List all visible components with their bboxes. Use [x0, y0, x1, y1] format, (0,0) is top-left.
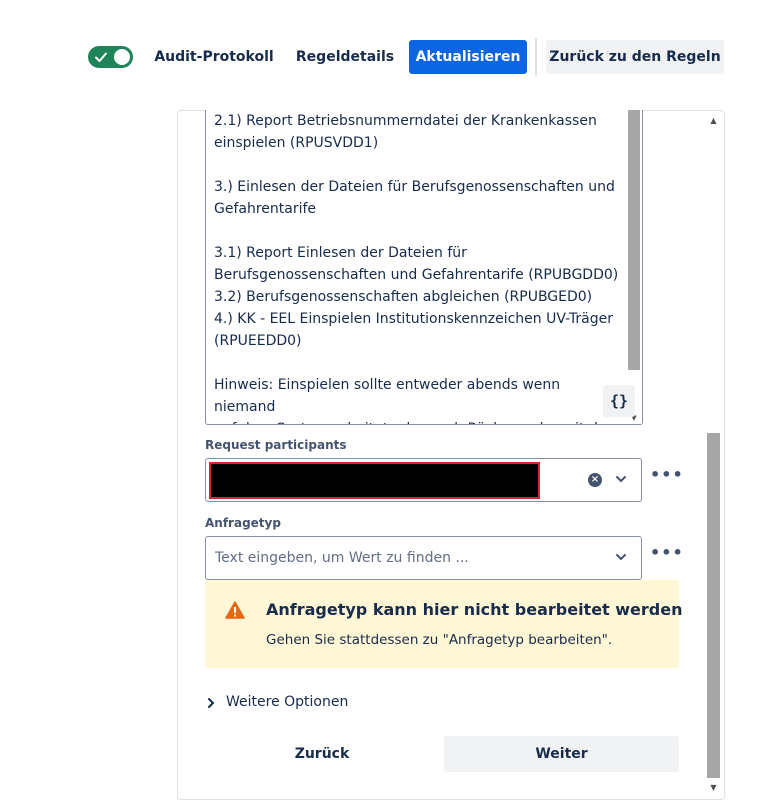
description-line: [214, 154, 624, 176]
check-icon: [95, 52, 107, 62]
description-line: 3.) Einlesen der Dateien für Berufsgenos…: [214, 179, 615, 195]
description-line: 2.1) Report Betriebsnummerndatei der Kra…: [214, 113, 597, 129]
next-button[interactable]: Weiter: [444, 736, 679, 772]
textarea-scrollbar-thumb[interactable]: [628, 110, 640, 370]
audit-log-button[interactable]: Audit-Protokoll: [150, 40, 278, 74]
description-line: (RPUEEDD0): [214, 333, 302, 349]
scroll-down-icon[interactable]: ▼: [705, 780, 722, 796]
warning-body: Gehen Sie stattdessen zu "Anfragetyp bea…: [266, 632, 613, 648]
more-actions-icon[interactable]: •••: [650, 467, 683, 491]
warning-icon: [225, 601, 245, 619]
rule-details-button[interactable]: Regeldetails: [292, 40, 398, 74]
request-type-label: Anfragetyp: [205, 516, 281, 530]
toolbar-divider: [535, 38, 537, 76]
request-type-placeholder: Text eingeben, um Wert zu finden ...: [215, 550, 469, 566]
rule-enabled-toggle[interactable]: [88, 46, 133, 68]
more-actions-icon[interactable]: •••: [650, 545, 683, 569]
description-line: [214, 220, 624, 242]
panel-scrollbar-thumb[interactable]: [707, 433, 720, 778]
description-line: 3.2) Berufsgenossenschaften abgleichen (…: [214, 289, 593, 305]
warning-message: Anfragetyp kann hier nicht bearbeitet we…: [205, 580, 683, 668]
smart-value-button[interactable]: {}: [603, 385, 635, 417]
redacted-value: [209, 462, 540, 499]
chevron-down-icon[interactable]: [614, 472, 628, 486]
toggle-knob: [114, 49, 130, 65]
back-to-rules-button[interactable]: Zurück zu den Regeln: [546, 40, 724, 74]
description-line: 4.) KK - EEL Einspielen Institutionskenn…: [214, 311, 613, 327]
participants-select[interactable]: ×: [205, 458, 642, 502]
description-line: Hinweis: Einspielen sollte entweder aben…: [214, 377, 561, 415]
description-line: auf dem System arbeitet oder nach Rücksp…: [214, 418, 624, 424]
participants-label: Request participants: [205, 438, 347, 452]
description-text: 2.1) Report Betriebsnummerndatei der Kra…: [214, 110, 624, 424]
description-line: 3.1) Report Einlesen der Dateien für: [214, 245, 467, 261]
description-line: [214, 352, 624, 374]
panel-scrollbar[interactable]: ▲ ▼: [705, 111, 722, 798]
chevron-down-icon[interactable]: [614, 550, 628, 564]
description-line: einspielen (RPUSVDD1): [214, 135, 379, 151]
chevron-right-icon: [208, 698, 215, 708]
description-textarea[interactable]: 2.1) Report Betriebsnummerndatei der Kra…: [205, 110, 643, 425]
more-options-label: Weitere Optionen: [226, 694, 349, 710]
back-button[interactable]: Zurück: [205, 736, 439, 772]
clear-icon[interactable]: ×: [588, 473, 602, 487]
scroll-up-icon[interactable]: ▲: [705, 113, 722, 129]
warning-title: Anfragetyp kann hier nicht bearbeitet we…: [266, 600, 683, 619]
description-line: Berufsgenossenschaften und Gefahrentarif…: [214, 267, 619, 283]
request-type-select[interactable]: Text eingeben, um Wert zu finden ...: [205, 536, 642, 580]
textarea-scrollbar[interactable]: ▼: [626, 110, 642, 424]
update-button[interactable]: Aktualisieren: [409, 40, 527, 74]
description-line: Gefahrentarife: [214, 201, 317, 217]
toolbar: Audit-Protokoll Regeldetails Aktualisier…: [0, 0, 759, 110]
